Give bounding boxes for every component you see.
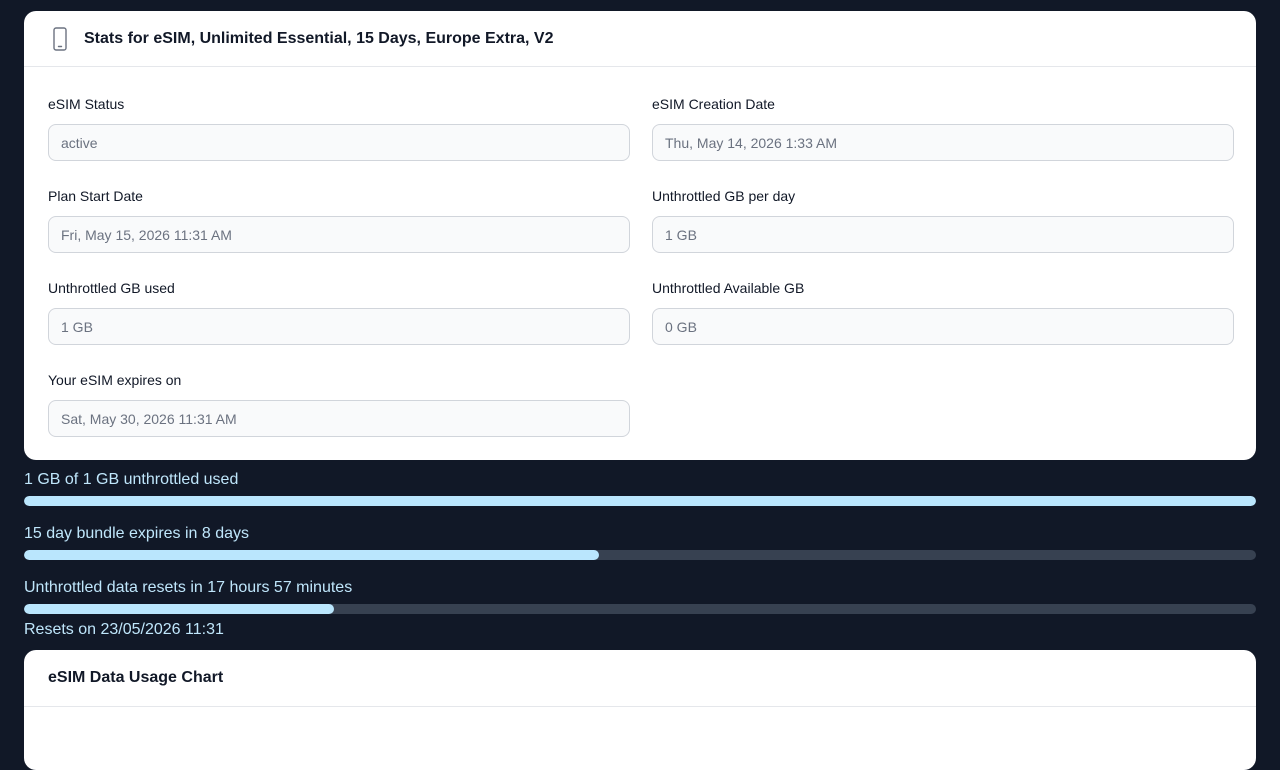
esim-creation-date-label: eSIM Creation Date: [652, 96, 775, 112]
bundle-expiry-progress-bar: [24, 550, 1256, 560]
esim-status-field: eSIM Status: [48, 94, 630, 161]
data-reset-progress-bar: [24, 604, 1256, 614]
unthrottled-available-gb-input[interactable]: [652, 308, 1234, 345]
stats-card-header: Stats for eSIM, Unlimited Essential, 15 …: [24, 11, 1256, 67]
esim-creation-date-input[interactable]: [652, 124, 1234, 161]
stats-card-title: Stats for eSIM, Unlimited Essential, 15 …: [84, 29, 554, 47]
esim-expires-on-label: Your eSIM expires on: [48, 372, 182, 388]
unthrottled-gb-used-label: Unthrottled GB used: [48, 280, 175, 296]
unthrottled-available-gb-label: Unthrottled Available GB: [652, 280, 805, 296]
esim-expires-on-field: Your eSIM expires on: [48, 370, 630, 437]
data-reset-progress-fill: [24, 604, 335, 614]
resets-on-text: Resets on 23/05/2026 11:31: [24, 621, 224, 638]
unthrottled-available-gb-field: Unthrottled Available GB: [652, 278, 1234, 345]
esim-status-label: eSIM Status: [48, 96, 125, 112]
bundle-expiry-progress-fill: [24, 550, 600, 560]
esim-expires-on-input[interactable]: [48, 400, 630, 437]
esim-status-input[interactable]: [48, 124, 630, 161]
data-used-progress-label: 1 GB of 1 GB unthrottled used: [24, 471, 239, 488]
unthrottled-gb-per-day-field: Unthrottled GB per day: [652, 186, 1234, 253]
chart-card-title: eSIM Data Usage Chart: [48, 669, 224, 686]
esim-stats-card: Stats for eSIM, Unlimited Essential, 15 …: [24, 11, 1256, 460]
plan-start-date-field: Plan Start Date: [48, 186, 630, 253]
unthrottled-gb-used-field: Unthrottled GB used: [48, 278, 630, 345]
bundle-expiry-progress-label: 15 day bundle expires in 8 days: [24, 525, 250, 542]
esim-creation-date-field: eSIM Creation Date: [652, 94, 1234, 161]
plan-start-date-label: Plan Start Date: [48, 188, 143, 204]
plan-start-date-input[interactable]: [48, 216, 630, 253]
chart-card-header: eSIM Data Usage Chart: [24, 650, 1256, 707]
unthrottled-gb-used-input[interactable]: [48, 308, 630, 345]
data-used-progress-fill: [24, 496, 1256, 506]
data-usage-chart-card: eSIM Data Usage Chart: [24, 650, 1256, 770]
unthrottled-gb-per-day-label: Unthrottled GB per day: [652, 188, 796, 204]
data-reset-progress-label: Unthrottled data resets in 17 hours 57 m…: [24, 579, 353, 596]
phone-icon: [52, 26, 68, 52]
data-used-progress-bar: [24, 496, 1256, 506]
unthrottled-gb-per-day-input[interactable]: [652, 216, 1234, 253]
